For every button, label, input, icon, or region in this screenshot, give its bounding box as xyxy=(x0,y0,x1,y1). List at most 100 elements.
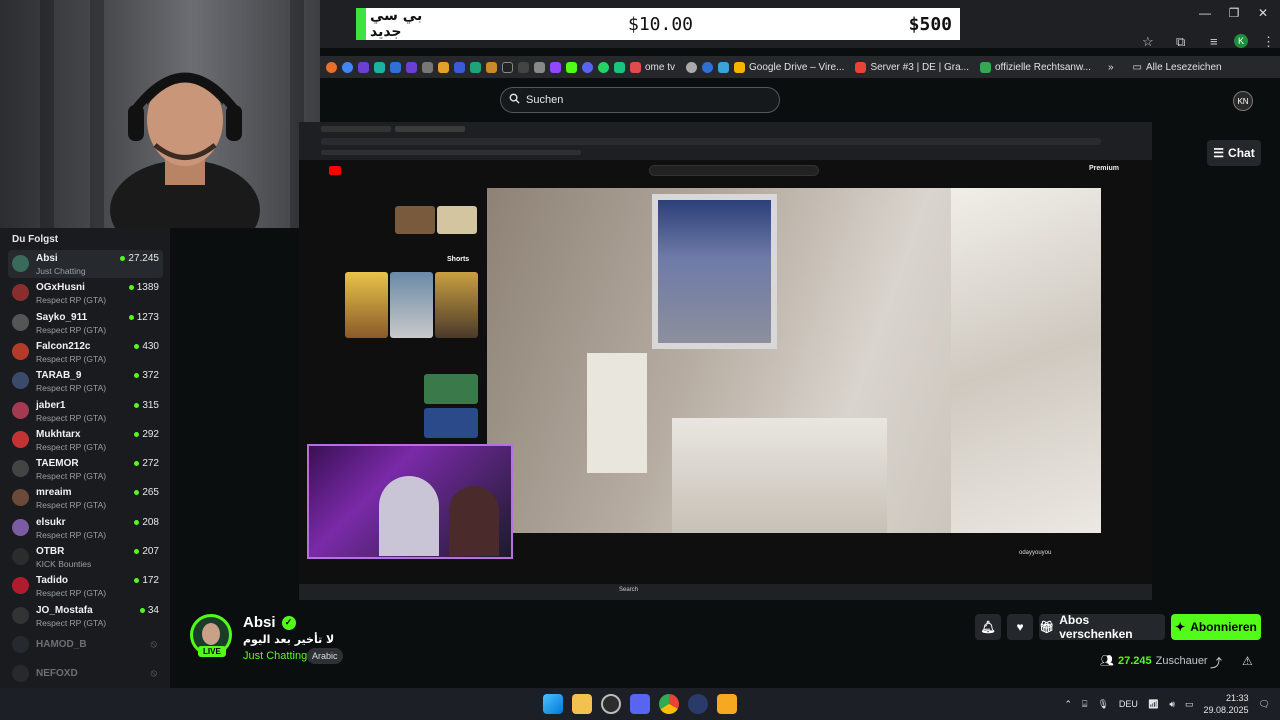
sidebar-channel[interactable]: TARAB_9 Respect RP (GTA) 372 xyxy=(8,367,163,395)
windows-start-icon[interactable] xyxy=(543,694,563,714)
marble-wall xyxy=(951,188,1101,533)
bookmark-favicon[interactable] xyxy=(438,61,449,73)
bookmark-favicon[interactable] xyxy=(718,61,730,73)
media-icon[interactable]: ≡ xyxy=(1210,34,1218,49)
bookmarks-overflow-icon[interactable]: » xyxy=(1108,62,1114,73)
clock[interactable]: 21:33 29.08.2025 xyxy=(1204,692,1249,716)
clipboard-icon[interactable]: ⌸ xyxy=(1082,699,1087,710)
sidebar-channel[interactable]: Tadido Respect RP (GTA) 172 xyxy=(8,572,163,600)
live-dot-icon xyxy=(134,373,140,378)
channel-name: elsukr xyxy=(36,517,66,528)
bookmark-favicon[interactable] xyxy=(686,61,698,73)
volume-icon[interactable]: 🔊︎ xyxy=(1169,699,1175,710)
gift-subs-label: Abos verschenken xyxy=(1059,613,1133,641)
bookmark-favicon[interactable] xyxy=(326,61,337,73)
sidebar-channel[interactable]: jaber1 Respect RP (GTA) 315 xyxy=(8,397,163,425)
bookmark-favicon[interactable] xyxy=(390,61,401,73)
stream-category[interactable]: Just Chatting xyxy=(243,650,307,662)
extensions-icon[interactable]: ⧉ xyxy=(1176,34,1185,50)
share-icon[interactable]: ⤴ xyxy=(1210,654,1222,671)
sidebar-channel[interactable]: OTBR KICK Bounties 207 xyxy=(8,543,163,571)
app-icon[interactable] xyxy=(717,694,737,714)
bookmark-google-drive[interactable]: Google Drive – Vire... xyxy=(734,61,844,73)
minimize-icon[interactable]: — xyxy=(1190,6,1220,20)
sidebar-channel[interactable]: TAEMOR Respect RP (GTA) 272 xyxy=(8,455,163,483)
sidebar-channel[interactable]: mreaim Respect RP (GTA) 265 xyxy=(8,484,163,512)
sidebar-channel[interactable]: Mukhtarx Respect RP (GTA) 292 xyxy=(8,426,163,454)
avatar-face xyxy=(202,623,220,645)
bookmark-favicon[interactable] xyxy=(702,61,714,73)
maximize-icon[interactable]: ❐ xyxy=(1219,6,1249,20)
sidebar-channel[interactable]: elsukr Respect RP (GTA) 208 xyxy=(8,514,163,542)
channel-viewers: 265 xyxy=(134,487,159,498)
app-icon[interactable] xyxy=(688,694,708,714)
bookmark-rechtsanwalt[interactable]: offizielle Rechtsanw... xyxy=(980,61,1091,73)
live-dot-icon xyxy=(134,461,140,466)
file-explorer-icon[interactable] xyxy=(572,694,592,714)
bookmark-ome-tv[interactable]: ome tv xyxy=(630,61,675,73)
short-thumbnail xyxy=(435,272,478,338)
sidebar-channel[interactable]: Falcon212c Respect RP (GTA) 430 xyxy=(8,338,163,366)
chat-toggle-button[interactable]: ☰ Chat xyxy=(1207,140,1261,166)
bookmark-server[interactable]: Server #3 | DE | Gra... xyxy=(855,61,969,73)
discord-icon[interactable] xyxy=(630,694,650,714)
channel-category: Respect RP (GTA) xyxy=(36,295,107,305)
report-icon[interactable]: ⚠ xyxy=(1242,654,1253,668)
subscribe-button[interactable]: ✦ Abonnieren xyxy=(1171,614,1261,640)
sidebar-channel[interactable]: JO_Mostafa Respect RP (GTA) 34 xyxy=(8,602,163,630)
bookmark-favicon[interactable] xyxy=(470,61,481,73)
wifi-icon[interactable]: 📶︎ xyxy=(1148,699,1159,710)
user-avatar[interactable]: KN xyxy=(1233,91,1253,111)
youtube-channel-handle: odayyouyou xyxy=(1019,550,1052,556)
sidebar-channel-offline[interactable]: HAMOD_B ⦸ xyxy=(8,631,163,659)
bookmark-favicon[interactable] xyxy=(486,61,497,73)
sidebar-channel[interactable]: OGxHusni Respect RP (GTA) 1389 xyxy=(8,279,163,307)
microphone-icon[interactable]: 🎙︎ xyxy=(1097,699,1108,710)
bookmark-favicon xyxy=(630,61,641,73)
bookmark-favicon[interactable] xyxy=(614,61,625,73)
notification-icon[interactable]: 🗨︎ xyxy=(1259,699,1270,710)
bookmark-label: offizielle Rechtsanw... xyxy=(995,61,1091,73)
bookmark-favicon[interactable] xyxy=(598,61,609,73)
star-icon[interactable]: ☆ xyxy=(1142,34,1154,50)
bookmark-favicon[interactable] xyxy=(550,61,561,73)
close-icon[interactable]: ✕ xyxy=(1248,6,1278,20)
search-input[interactable]: Suchen xyxy=(500,87,780,113)
bookmark-favicon[interactable] xyxy=(422,61,433,73)
follow-button[interactable]: ♥ xyxy=(1007,614,1033,640)
curtain-fold xyxy=(40,0,54,228)
battery-icon[interactable]: ▭ xyxy=(1185,699,1194,710)
notification-bell-button[interactable]: 🔔︎ xyxy=(975,614,1001,640)
menu-icon[interactable]: ⋮ xyxy=(1262,34,1275,50)
star-icon: ✦ xyxy=(1175,620,1186,634)
live-dot-icon xyxy=(120,256,126,261)
all-bookmarks-label: Alle Lesezeichen xyxy=(1146,61,1222,73)
bookmark-favicon[interactable] xyxy=(406,61,417,73)
bookmark-favicon[interactable] xyxy=(534,61,545,73)
obs-icon[interactable] xyxy=(601,694,621,714)
bookmark-favicon[interactable] xyxy=(518,61,529,73)
short-thumbnail xyxy=(390,272,433,338)
bookmark-favicon[interactable] xyxy=(374,61,385,73)
language-indicator[interactable]: DEU xyxy=(1119,699,1138,709)
stream-tag[interactable]: Arabic xyxy=(307,648,343,664)
channel-avatar-icon xyxy=(12,402,29,419)
channel-name[interactable]: Absi ✓ xyxy=(243,614,296,631)
chrome-icon[interactable] xyxy=(659,694,679,714)
stream-player[interactable]: Premium Shorts odayyouyou Search xyxy=(299,122,1152,600)
bookmark-favicon[interactable] xyxy=(566,61,577,73)
sidebar-channel[interactable]: Sayko_911 Respect RP (GTA) 1273 xyxy=(8,309,163,337)
gift-subs-button[interactable]: 🎁︎ Abos verschenken xyxy=(1039,613,1165,641)
pip-person xyxy=(379,476,439,556)
viewer-number: 272 xyxy=(142,458,159,469)
sidebar-channel[interactable]: Absi Just Chatting 27.245 xyxy=(8,250,163,278)
profile-icon[interactable]: K xyxy=(1234,34,1248,48)
sidebar-channel-offline[interactable]: NEFOXD ⦸ xyxy=(8,660,163,688)
bookmark-favicon[interactable] xyxy=(502,61,513,73)
all-bookmarks[interactable]: ▭ Alle Lesezeichen xyxy=(1133,62,1222,73)
bookmark-favicon[interactable] xyxy=(582,61,593,73)
bookmark-favicon[interactable] xyxy=(358,61,369,73)
bookmark-favicon[interactable] xyxy=(342,61,353,73)
bookmark-favicon[interactable] xyxy=(454,61,465,73)
tray-overflow-icon[interactable]: ⌃ xyxy=(1064,699,1072,710)
